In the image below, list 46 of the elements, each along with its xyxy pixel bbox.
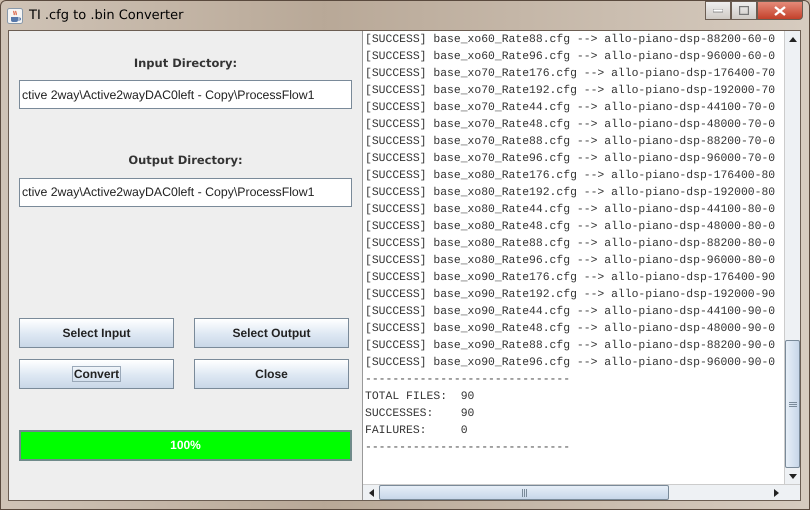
log-line: ------------------------------ [365,441,572,456]
log-line: [SUCCESS] base_xo70_Rate44.cfg --> allo-piano-dsp-44100-70-0 [365,100,776,116]
scroll-thumb[interactable] [379,485,669,500]
directory-field[interactable]: ctive 2way\Active2wayDAC0left - Copy\ProcessFlow1 [19,80,352,110]
log-line: [SUCCESS] base_xo70_Rate192.cfg --> allo-piano-dsp-192000-70 [365,84,776,99]
log-line: [SUCCESS] base_xo70_Rate96.cfg --> allo-piano-dsp-96000-70-0 [365,152,776,167]
log-line: [SUCCESS] base_xo60_Rate88.cfg --> allo-piano-dsp-88200-60-0 [365,32,776,48]
window-title: TI .cfg to .bin Converter [29,6,184,25]
log-line: [SUCCESS] base_xo80_Rate44.cfg --> allo-piano-dsp-44100-80-0 [365,202,776,218]
log-line: [SUCCESS] base_xo90_Rate176.cfg --> allo-piano-dsp-176400-90 [365,270,776,286]
log-line: [SUCCESS] base_xo70_Rate176.cfg --> allo-piano-dsp-176400-70 [365,66,776,82]
java-cup-icon [7,8,23,24]
dialog-button[interactable]: Convert [19,358,174,388]
directory-field[interactable]: ctive 2way\Active2wayDAC0left - Copy\ProcessFlow1 [19,178,352,206]
close-button[interactable] [757,1,803,20]
log-line: [SUCCESS] base_xo80_Rate48.cfg --> allo-piano-dsp-48000-80-0 [365,220,776,235]
maximize-icon [739,6,749,15]
log-line: SUCCESSES: 90 [365,407,476,422]
dialog-button[interactable]: Select Output [194,318,349,348]
maximize-button[interactable] [731,1,757,20]
log-line: [SUCCESS] base_xo80_Rate192.cfg --> allo-piano-dsp-192000-80 [365,186,776,201]
log-line: [SUCCESS] base_xo60_Rate96.cfg --> allo-piano-dsp-96000-60-0 [365,50,776,65]
scroll-thumb[interactable] [785,340,800,468]
log-line: FAILURES: 0 [365,424,469,439]
log-line: [SUCCESS] base_xo90_Rate48.cfg --> allo-piano-dsp-48000-90-0 [365,322,776,337]
log-line: [SUCCESS] base_xo90_Rate88.cfg --> allo-piano-dsp-88200-90-0 [365,338,776,354]
field-label: Output Directory: [127,152,244,170]
dialog-button[interactable]: Select Input [19,318,174,348]
log-line: [SUCCESS] base_xo80_Rate88.cfg --> allo-piano-dsp-88200-80-0 [365,236,776,252]
close-icon [774,6,786,16]
log-line: [SUCCESS] base_xo90_Rate96.cfg --> allo-piano-dsp-96000-90-0 [365,356,776,371]
log-line: TOTAL FILES: 90 [365,390,476,405]
field-label: Input Directory: [132,55,238,72]
horizontal-scrollbar[interactable] [363,484,800,500]
dialog-button[interactable]: Close [194,358,349,388]
log-line: ------------------------------ [365,373,572,388]
log-line: [SUCCESS] base_xo90_Rate192.cfg --> allo-piano-dsp-192000-90 [365,288,776,303]
log-line: [SUCCESS] base_xo80_Rate96.cfg --> allo-piano-dsp-96000-80-0 [365,254,776,269]
vertical-scrollbar[interactable] [784,31,800,484]
log-line: [SUCCESS] base_xo70_Rate88.cfg --> allo-piano-dsp-88200-70-0 [365,134,776,150]
log-line: [SUCCESS] base_xo80_Rate176.cfg --> allo-piano-dsp-176400-80 [365,168,776,184]
log-line: [SUCCESS] base_xo90_Rate44.cfg --> allo-piano-dsp-44100-90-0 [365,304,776,320]
minimize-icon [713,8,723,12]
minimize-button[interactable] [705,1,731,20]
progress-text: 100% [170,437,201,454]
log-line: [SUCCESS] base_xo70_Rate48.cfg --> allo-piano-dsp-48000-70-0 [365,118,776,133]
